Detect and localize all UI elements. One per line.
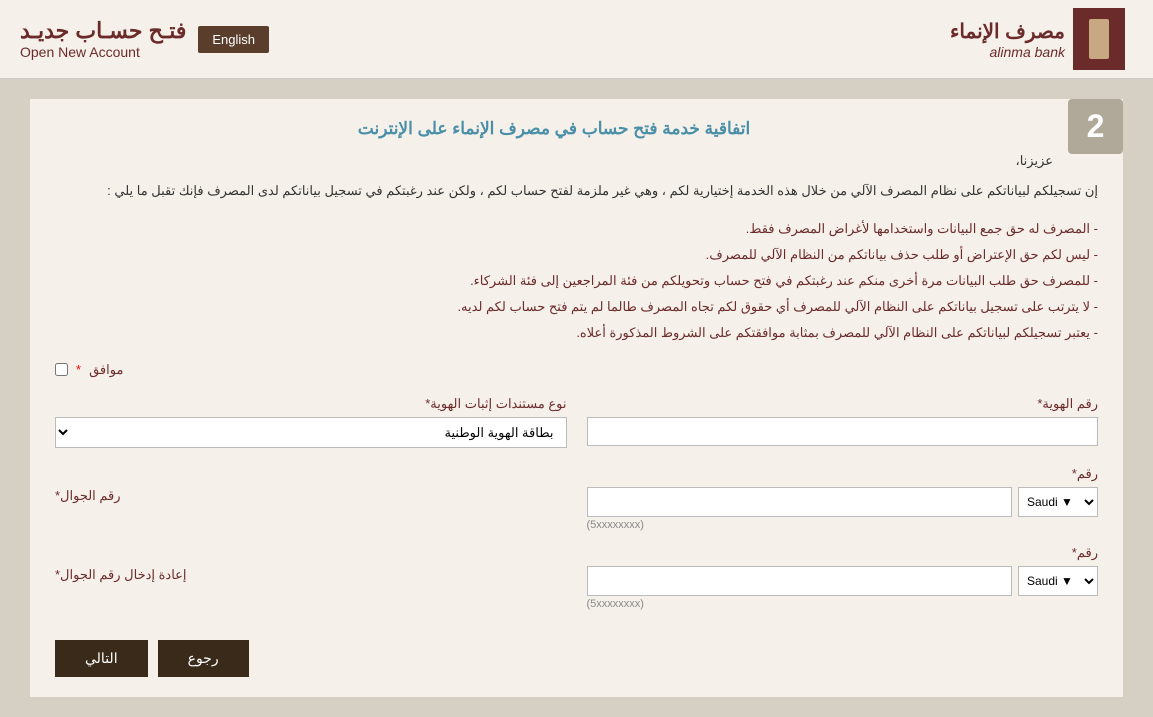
agree-required-star: *	[76, 362, 81, 377]
confirm-mobile-label-col: إعادة إدخال رقم الجوال*	[55, 545, 567, 610]
confirm-raqm-label: رقم*	[587, 545, 1099, 561]
bullet-1: - المصرف له حق جمع البيانات واستخدامها ل…	[55, 216, 1098, 242]
mobile-input-col: رقم* Saudi ▼ (5xxxxxxxx)	[587, 466, 1099, 531]
back-button[interactable]: رجوع	[158, 640, 249, 677]
content-box: اتفاقية خدمة فتح حساب في مصرف الإنماء عل…	[30, 99, 1123, 697]
mobile-section: رقم* Saudi ▼ (5xxxxxxxx) رقم الجوال*	[55, 466, 1098, 610]
mobile-input[interactable]	[587, 487, 1013, 517]
header-left: فتـح حسـاب جديـد Open New Account Englis…	[20, 18, 269, 60]
step-badge: 2	[1068, 99, 1123, 154]
confirm-mobile-row: رقم* Saudi ▼ (5xxxxxxxx) إعادة إدخال رقم…	[55, 545, 1098, 610]
logo-icon-inner	[1089, 19, 1109, 59]
logo-icon	[1073, 8, 1125, 70]
mobile-row: رقم* Saudi ▼ (5xxxxxxxx) رقم الجوال*	[55, 466, 1098, 531]
logo-text: مصرف الإنماء alinma bank	[950, 19, 1065, 60]
mobile-raqm-label: رقم*	[587, 466, 1099, 482]
confirm-mobile-input[interactable]	[587, 566, 1013, 596]
bullet-2: - ليس لكم حق الإعتراض أو طلب حذف بياناتك…	[55, 242, 1098, 268]
id-number-label: رقم الهوية*	[587, 396, 1099, 412]
agree-label: موافق	[89, 362, 123, 378]
page-title-arabic: فتـح حسـاب جديـد	[20, 18, 186, 44]
id-type-group: نوع مستندات إثبات الهوية* بطاقة الهوية ا…	[55, 396, 567, 448]
mobile-input-group: Saudi ▼	[587, 487, 1099, 517]
page-title-block: فتـح حسـاب جديـد Open New Account	[20, 18, 186, 60]
mobile-label: رقم الجوال*	[55, 488, 121, 504]
mobile-label-col: رقم الجوال*	[55, 466, 567, 531]
next-button[interactable]: التالي	[55, 640, 148, 677]
logo-area: مصرف الإنماء alinma bank	[950, 8, 1133, 70]
mobile-hint: (5xxxxxxxx)	[587, 519, 1099, 531]
bullet-5: - يعتبر تسجيلكم لبياناتكم على النظام الآ…	[55, 320, 1098, 346]
agreement-bullets: - المصرف له حق جمع البيانات واستخدامها ل…	[55, 216, 1098, 346]
bullet-3: - للمصرف حق طلب البيانات مرة أخرى منكم ع…	[55, 268, 1098, 294]
logo-arabic: مصرف الإنماء	[950, 19, 1065, 44]
step-wrapper: 2 اتفاقية خدمة فتح حساب في مصرف الإنماء …	[30, 99, 1123, 697]
agreement-intro: إن تسجيلكم لبياناتكم على نظام المصرف الآ…	[55, 179, 1098, 204]
agree-checkbox[interactable]	[55, 363, 68, 376]
mobile-country-select[interactable]: Saudi ▼	[1018, 487, 1098, 517]
id-number-group: رقم الهوية*	[587, 396, 1099, 448]
confirm-mobile-hint: (5xxxxxxxx)	[587, 598, 1099, 610]
confirm-mobile-label: إعادة إدخال رقم الجوال*	[55, 567, 187, 583]
bullet-4: - لا يترتب على تسجيل بياناتكم على النظام…	[55, 294, 1098, 320]
main-content: 2 اتفاقية خدمة فتح حساب في مصرف الإنماء …	[0, 79, 1153, 717]
confirm-country-select[interactable]: Saudi ▼	[1018, 566, 1098, 596]
confirm-mobile-input-group: Saudi ▼	[587, 566, 1099, 596]
english-button[interactable]: English	[198, 26, 269, 53]
logo-english: alinma bank	[950, 44, 1065, 60]
confirm-mobile-input-col: رقم* Saudi ▼ (5xxxxxxxx)	[587, 545, 1099, 610]
id-type-label: نوع مستندات إثبات الهوية*	[55, 396, 567, 412]
buttons-row: التالي رجوع	[55, 640, 1098, 677]
id-number-input[interactable]	[587, 417, 1099, 446]
header: فتـح حسـاب جديـد Open New Account Englis…	[0, 0, 1153, 79]
id-type-select[interactable]: بطاقة الهوية الوطنية جواز السفر بطاقة ال…	[55, 417, 567, 448]
page-title-english: Open New Account	[20, 44, 186, 60]
id-row: رقم الهوية* نوع مستندات إثبات الهوية* بط…	[55, 396, 1098, 448]
greeting: عزيزنا،	[55, 153, 1098, 169]
agree-row: موافق *	[55, 362, 1098, 378]
agreement-title: اتفاقية خدمة فتح حساب في مصرف الإنماء عل…	[55, 119, 1098, 139]
